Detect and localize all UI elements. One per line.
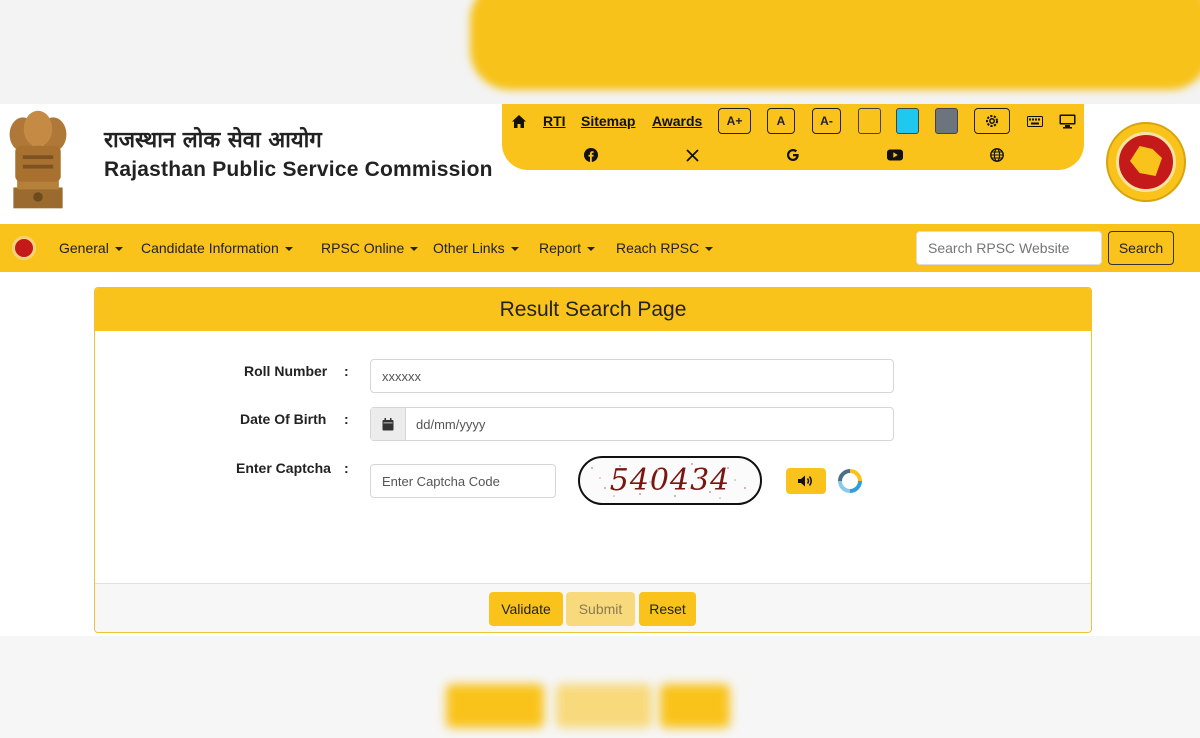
validate-button[interactable]: Validate bbox=[489, 592, 563, 626]
colon-separator: : bbox=[344, 363, 349, 379]
roll-number-input[interactable]: xxxxxx bbox=[370, 359, 894, 393]
roll-number-label: Roll Number bbox=[244, 363, 328, 379]
captcha-input[interactable]: Enter Captcha Code bbox=[370, 464, 556, 498]
nav-item-label: Other Links bbox=[433, 240, 505, 256]
nav-item-other-links[interactable]: Other Links bbox=[433, 240, 519, 256]
dob-placeholder: dd/mm/yyyy bbox=[416, 416, 486, 432]
background-blur-top bbox=[0, 0, 1200, 104]
captcha-noise bbox=[591, 463, 746, 499]
org-name-english: Rajasthan Public Service Commission bbox=[104, 158, 493, 181]
nav-item-label: General bbox=[59, 240, 109, 256]
card-title: Result Search Page bbox=[95, 288, 1091, 331]
nav-item-reach-rpsc[interactable]: Reach RPSC bbox=[616, 240, 714, 256]
caret-down-icon bbox=[114, 247, 123, 251]
google-icon[interactable] bbox=[783, 146, 803, 164]
caret-down-icon bbox=[705, 247, 714, 251]
theme-cyan-swatch[interactable] bbox=[896, 108, 919, 134]
site-search-input[interactable] bbox=[916, 231, 1102, 265]
background-blur-button bbox=[556, 684, 652, 728]
nav-home-logo[interactable] bbox=[12, 236, 36, 260]
theme-gray-swatch[interactable] bbox=[935, 108, 958, 134]
reset-button[interactable]: Reset bbox=[639, 592, 696, 626]
font-increase-button[interactable]: A+ bbox=[718, 108, 751, 134]
captcha-placeholder: Enter Captcha Code bbox=[382, 473, 500, 489]
settings-button[interactable] bbox=[974, 108, 1010, 134]
submit-button[interactable]: Submit bbox=[566, 592, 635, 626]
awards-link[interactable]: Awards bbox=[652, 113, 702, 129]
background-blur-toolbar bbox=[470, 0, 1200, 90]
caret-down-icon bbox=[284, 247, 293, 251]
caret-down-icon bbox=[410, 247, 419, 251]
speaker-icon bbox=[798, 475, 812, 487]
org-name-hindi: राजस्थान लोक सेवा आयोग bbox=[104, 128, 322, 153]
background-blur-button bbox=[660, 684, 730, 728]
background-blur-button bbox=[446, 684, 544, 728]
home-icon[interactable] bbox=[510, 113, 528, 129]
colon-separator: : bbox=[344, 460, 349, 476]
globe-icon[interactable] bbox=[987, 146, 1007, 164]
youtube-icon[interactable] bbox=[885, 146, 905, 164]
dob-input[interactable]: dd/mm/yyyy bbox=[370, 407, 894, 441]
captcha-label: Enter Captcha bbox=[236, 460, 331, 476]
roll-number-value: xxxxxx bbox=[382, 368, 421, 384]
nav-item-label: RPSC Online bbox=[321, 240, 405, 256]
nav-item-label: Candidate Information bbox=[141, 240, 279, 256]
site-search-button[interactable]: Search bbox=[1108, 231, 1174, 265]
caret-down-icon bbox=[587, 247, 596, 251]
main-navbar: General Candidate Information RPSC Onlin… bbox=[0, 224, 1200, 272]
colon-separator: : bbox=[344, 411, 349, 427]
calendar-icon[interactable] bbox=[371, 408, 406, 440]
settings-icon bbox=[986, 115, 998, 127]
dob-label: Date Of Birth bbox=[240, 411, 327, 427]
caret-down-icon bbox=[510, 247, 519, 251]
nav-item-rpsc-online[interactable]: RPSC Online bbox=[321, 240, 419, 256]
x-icon[interactable] bbox=[682, 146, 702, 164]
national-emblem-logo bbox=[9, 110, 67, 209]
rti-link[interactable]: RTI bbox=[543, 113, 566, 129]
accessibility-toolbar: RTI Sitemap Awards A+ A A- bbox=[502, 104, 1084, 170]
nav-item-report[interactable]: Report bbox=[539, 240, 596, 256]
facebook-icon[interactable] bbox=[581, 146, 601, 164]
monitor-icon[interactable] bbox=[1058, 113, 1076, 129]
refresh-captcha-icon[interactable] bbox=[837, 468, 863, 494]
captcha-image: 540434 bbox=[578, 456, 762, 505]
keyboard-icon[interactable] bbox=[1026, 114, 1044, 128]
nav-item-label: Report bbox=[539, 240, 582, 256]
nav-item-general[interactable]: General bbox=[59, 240, 123, 256]
background-blur-bottom bbox=[0, 636, 1200, 738]
theme-yellow-swatch[interactable] bbox=[858, 108, 881, 134]
sitemap-link[interactable]: Sitemap bbox=[581, 113, 635, 129]
captcha-audio-button[interactable] bbox=[786, 468, 826, 494]
font-decrease-button[interactable]: A- bbox=[812, 108, 841, 134]
rpsc-seal-logo bbox=[1106, 122, 1186, 202]
card-footer: Validate Submit Reset bbox=[95, 583, 1091, 632]
result-search-card: Result Search Page Roll Number : xxxxxx … bbox=[94, 287, 1092, 633]
nav-item-label: Reach RPSC bbox=[616, 240, 700, 256]
font-normal-button[interactable]: A bbox=[767, 108, 795, 134]
nav-item-candidate-information[interactable]: Candidate Information bbox=[141, 240, 293, 256]
